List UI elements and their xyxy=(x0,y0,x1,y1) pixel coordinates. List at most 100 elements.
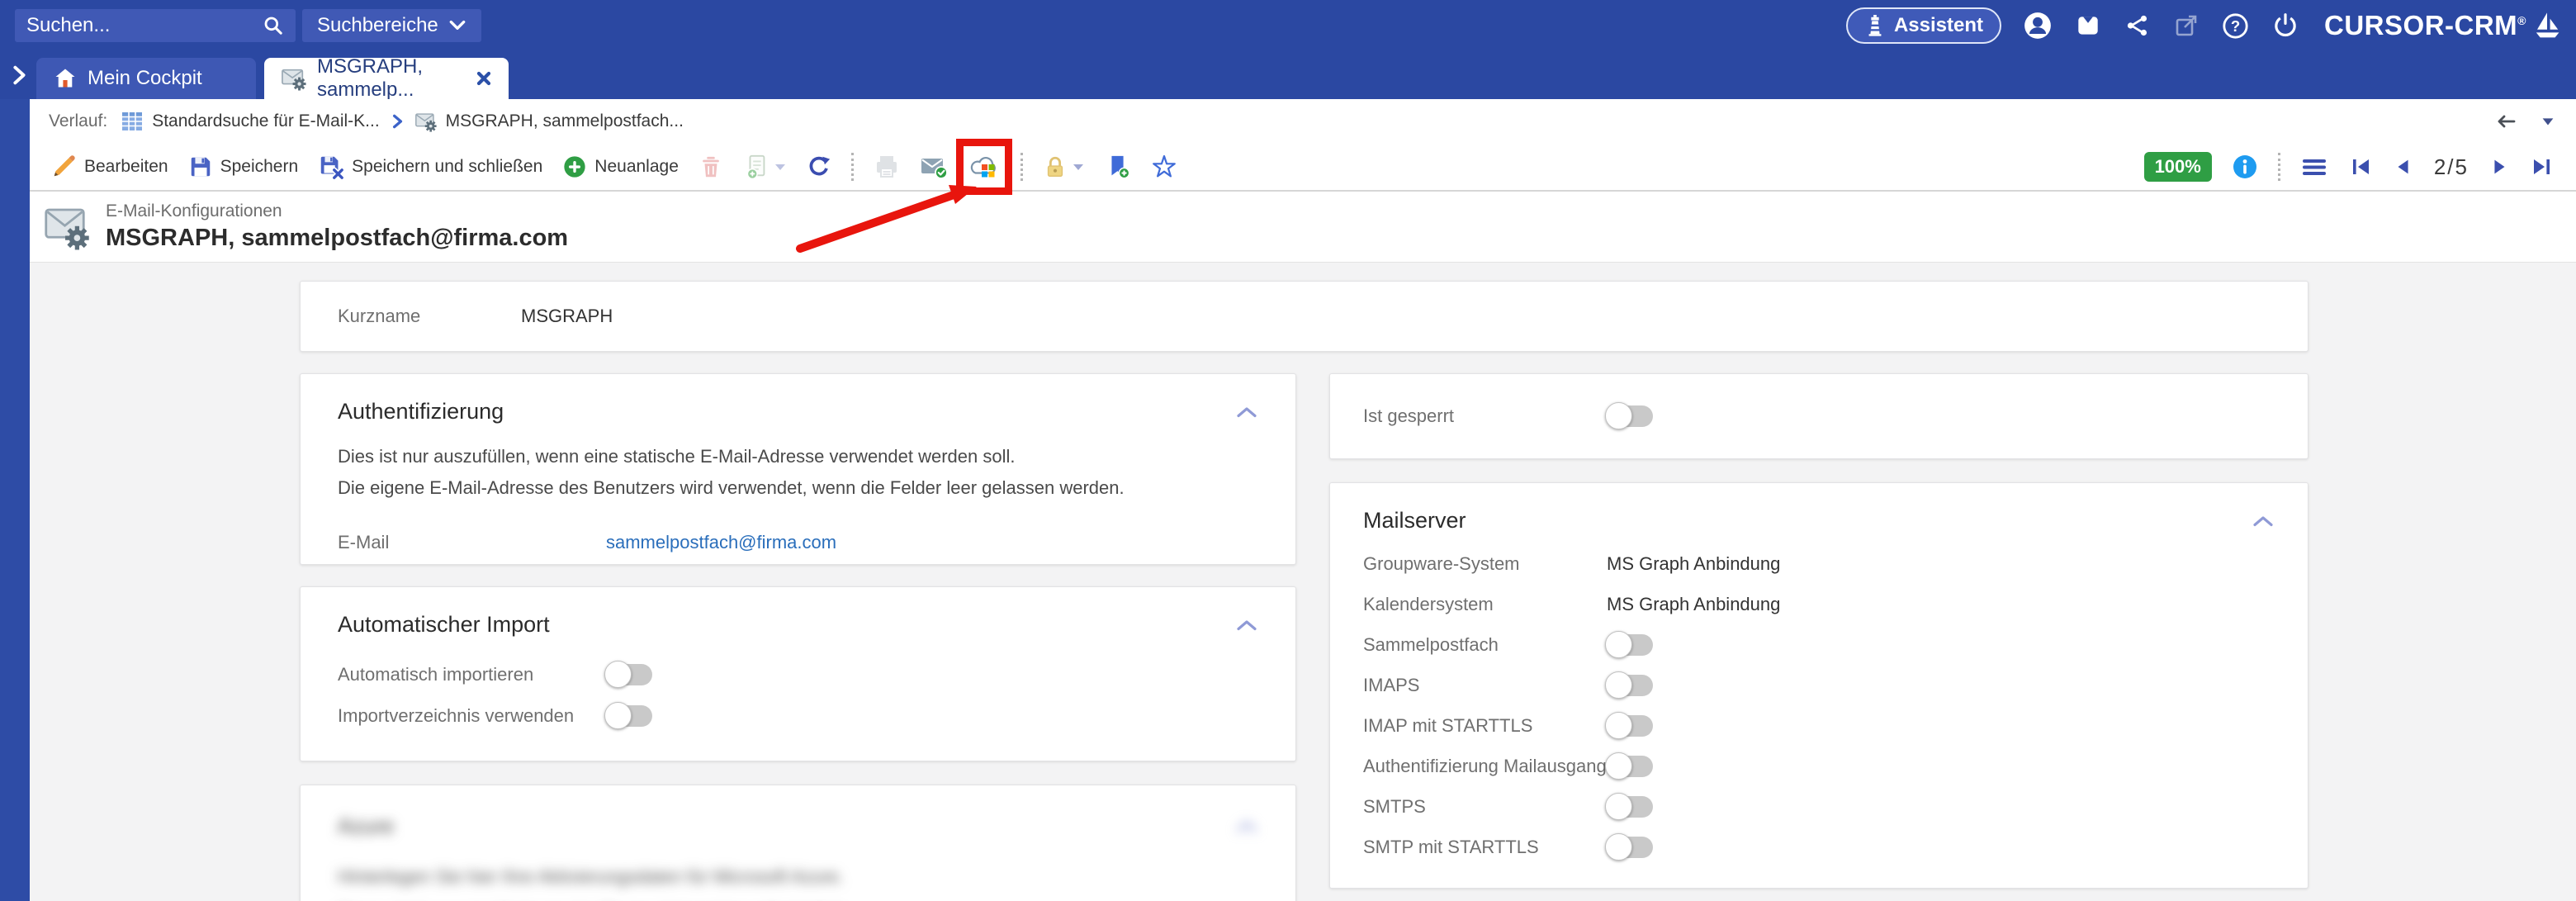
toggle-row-automatisch-importieren: Automatisch importieren xyxy=(338,654,1258,695)
importverzeichnis-toggle[interactable] xyxy=(606,705,652,727)
edit-button[interactable]: Bearbeiten xyxy=(50,154,168,180)
smtp-starttls-toggle[interactable] xyxy=(1607,837,1653,858)
search-input[interactable]: Suchen... xyxy=(15,9,296,42)
search-scope-label: Suchbereiche xyxy=(317,14,438,37)
refresh-button[interactable] xyxy=(807,154,831,179)
lighthouse-icon xyxy=(1864,14,1886,37)
save-label: Speichern xyxy=(220,157,299,177)
auth-mailausgang-toggle[interactable] xyxy=(1607,756,1653,777)
field-row-groupware: Groupware-System MS Graph Anbindung xyxy=(1363,543,2275,584)
collapse-chevron-icon[interactable] xyxy=(1235,820,1258,833)
smtps-toggle[interactable] xyxy=(1607,796,1653,818)
lock-button[interactable] xyxy=(1043,154,1085,179)
topbar-actions: Assistent xyxy=(1846,7,2561,44)
mail-gear-icon xyxy=(414,111,438,132)
breadcrumb-chevron-icon xyxy=(390,113,405,130)
toggle-label: IMAPS xyxy=(1363,675,1607,696)
zoom-level-badge[interactable]: 100% xyxy=(2144,152,2212,182)
mail-gear-icon xyxy=(43,204,92,250)
breadcrumb-record-label: MSGRAPH, sammelpostfach... xyxy=(446,111,684,131)
trash-icon xyxy=(698,154,723,179)
collapse-chevron-icon[interactable] xyxy=(1235,619,1258,632)
history-back-icon[interactable] xyxy=(2493,109,2518,134)
tab-label: Mein Cockpit xyxy=(88,67,202,90)
external-link-button xyxy=(2173,12,2200,39)
toolbar-right-cluster: 100% xyxy=(2144,152,2576,182)
toggle-label: IMAP mit STARTTLS xyxy=(1363,715,1607,737)
toggle-knob xyxy=(1605,793,1632,820)
imap-starttls-toggle[interactable] xyxy=(1607,715,1653,737)
toolbar-separator xyxy=(1020,153,1023,181)
msgraph-login-button-highlighted[interactable] xyxy=(968,150,1001,183)
toggle-row-smtp-starttls: SMTP mit STARTTLS xyxy=(1363,827,2275,867)
assistant-button[interactable]: Assistent xyxy=(1846,7,2001,44)
record-toolbar: Bearbeiten Speichern xyxy=(30,144,2576,192)
brand-logo: CURSOR-CRM® xyxy=(2324,10,2561,41)
power-logout-button[interactable] xyxy=(2271,12,2299,40)
toggle-knob xyxy=(604,702,632,729)
history-breadcrumb-row: Verlauf: Standardsuche für E-M xyxy=(30,99,2576,144)
chevron-down-icon xyxy=(448,18,466,33)
history-dropdown-icon[interactable] xyxy=(2540,113,2556,130)
authentication-description-2: Die eigene E-Mail-Adresse des Benutzers … xyxy=(338,472,1258,504)
collapsed-sidebar-rail[interactable] xyxy=(0,99,30,901)
toggle-row-auth-mailausgang: Authentifizierung Mailausgang xyxy=(1363,746,2275,786)
kurzname-card: Kurzname MSGRAPH xyxy=(300,281,2308,352)
pencil-icon xyxy=(50,154,77,180)
help-button[interactable]: ? xyxy=(2221,12,2250,40)
breadcrumb-search[interactable]: Standardsuche für E-Mail-K... xyxy=(121,110,379,133)
page-indicator: 2/5 xyxy=(2434,154,2469,180)
share-icon[interactable] xyxy=(2124,12,2152,40)
auto-import-card: Automatischer Import Automatisch importi… xyxy=(300,586,1296,761)
svg-text:?: ? xyxy=(2231,17,2240,35)
first-page-button[interactable] xyxy=(2348,155,2373,178)
tab-mein-cockpit[interactable]: Mein Cockpit xyxy=(36,58,256,99)
mail-check-button[interactable] xyxy=(920,154,948,180)
save-button[interactable]: Speichern xyxy=(188,154,299,179)
redacted-line: Hinterlegen Sie hier Ihre Aktivierungsda… xyxy=(338,861,1258,894)
floppy-icon xyxy=(188,154,213,179)
envelope-check-icon xyxy=(920,154,948,180)
tab-record-active[interactable]: MSGRAPH, sammelp... xyxy=(264,58,509,99)
next-page-button[interactable] xyxy=(2488,155,2510,178)
record-content: Kurzname MSGRAPH Authentifizierung xyxy=(30,263,2576,901)
toggle-label: Importverzeichnis verwenden xyxy=(338,705,606,727)
field-label: Kalendersystem xyxy=(1363,594,1607,615)
prev-page-button[interactable] xyxy=(2393,155,2414,178)
breadcrumb-record[interactable]: MSGRAPH, sammelpostfach... xyxy=(414,111,684,132)
collapse-chevron-icon[interactable] xyxy=(2252,515,2275,528)
brand-name: CURSOR-CRM xyxy=(2324,10,2517,40)
save-close-button[interactable]: Speichern und schließen xyxy=(318,154,542,180)
star-icon xyxy=(1151,154,1177,180)
chevron-down-icon xyxy=(774,161,787,173)
create-new-button[interactable]: Neuanlage xyxy=(562,154,679,179)
refresh-icon xyxy=(807,154,831,179)
bookmark-plus-icon xyxy=(1105,154,1131,180)
toggle-label: SMTP mit STARTTLS xyxy=(1363,837,1607,858)
field-label: Groupware-System xyxy=(1363,553,1607,575)
search-icon xyxy=(263,15,284,36)
collapse-chevron-icon[interactable] xyxy=(1235,405,1258,419)
sammelpostfach-toggle[interactable] xyxy=(1607,634,1653,656)
inbox-tray-button[interactable] xyxy=(2074,12,2102,40)
floppy-close-icon xyxy=(318,154,344,180)
expand-sidebar-button[interactable] xyxy=(7,55,31,96)
toolbar-separator xyxy=(851,153,854,181)
menu-list-button[interactable] xyxy=(2300,154,2328,179)
toggle-knob xyxy=(1605,833,1632,861)
imaps-toggle[interactable] xyxy=(1607,675,1653,696)
toggle-knob xyxy=(1605,631,1632,658)
last-page-button[interactable] xyxy=(2530,155,2555,178)
kurzname-value: MSGRAPH xyxy=(521,306,613,327)
info-button[interactable] xyxy=(2232,154,2258,180)
close-tab-icon[interactable] xyxy=(476,70,492,87)
email-link[interactable]: sammelpostfach@firma.com xyxy=(606,532,836,553)
user-avatar-button[interactable] xyxy=(2023,11,2053,40)
search-scope-button[interactable]: Suchbereiche xyxy=(302,9,481,42)
tabbar: Mein Cockpit MSGRAPH, sammelp. xyxy=(0,51,2576,99)
bookmark-add-button[interactable] xyxy=(1105,154,1131,180)
ist-gesperrt-toggle[interactable] xyxy=(1607,405,1653,427)
save-close-label: Speichern und schließen xyxy=(352,157,542,177)
favorite-button[interactable] xyxy=(1151,154,1177,180)
automatisch-importieren-toggle[interactable] xyxy=(606,664,652,685)
